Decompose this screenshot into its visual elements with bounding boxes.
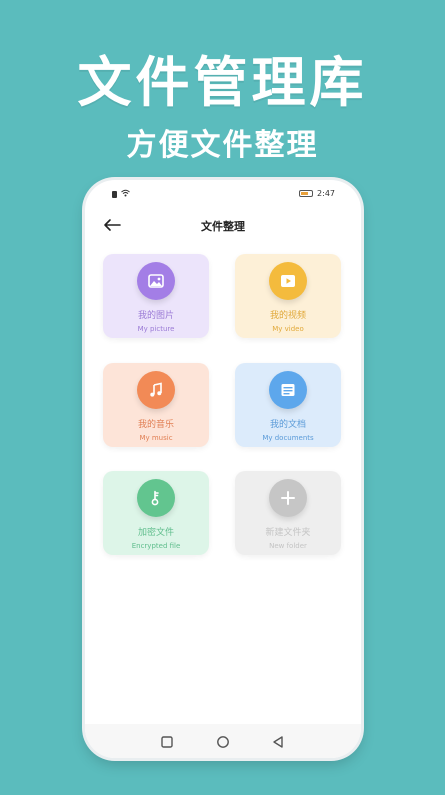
- card-title: 我的音乐: [137, 420, 174, 430]
- card-subtitle: New folder: [269, 542, 307, 550]
- app-bar: 文件整理: [85, 212, 361, 240]
- card-title: 我的视频: [269, 311, 306, 321]
- wifi-icon: [121, 189, 130, 199]
- triangle-back-icon[interactable]: [271, 734, 285, 748]
- promo-subheadline: 方便文件整理: [126, 128, 319, 163]
- image-icon: [137, 262, 175, 300]
- document-icon: [269, 371, 307, 409]
- phone-frame: 2:47 文件整理 我的图片 My picture 我的视频 My video …: [85, 180, 361, 758]
- promo-headline: 文件管理库: [77, 51, 368, 114]
- card-subtitle: My video: [272, 325, 304, 333]
- plus-icon: [269, 479, 307, 517]
- battery-icon: [299, 190, 314, 197]
- card-subtitle: My picture: [137, 325, 175, 333]
- key-icon: [137, 479, 175, 517]
- card-subtitle: My documents: [262, 434, 314, 442]
- sim-icon: [112, 190, 117, 198]
- status-time: 2:47: [317, 189, 335, 198]
- system-nav-bar: [85, 724, 361, 758]
- status-bar: 2:47: [85, 180, 361, 202]
- card-title: 加密文件: [137, 528, 174, 538]
- card-my-picture[interactable]: 我的图片 My picture: [103, 254, 209, 338]
- play-icon: [269, 262, 307, 300]
- card-subtitle: My music: [139, 434, 173, 442]
- card-my-video[interactable]: 我的视频 My video: [235, 254, 341, 338]
- card-encrypted-file[interactable]: 加密文件 Encrypted file: [103, 471, 209, 555]
- card-title: 我的图片: [137, 311, 174, 321]
- card-new-folder[interactable]: 新建文件夹 New folder: [235, 471, 341, 555]
- circle-icon[interactable]: [216, 734, 230, 748]
- card-title: 我的文档: [269, 420, 306, 430]
- music-note-icon: [137, 371, 175, 409]
- card-subtitle: Encrypted file: [131, 542, 181, 550]
- card-my-music[interactable]: 我的音乐 My music: [103, 363, 209, 447]
- square-icon[interactable]: [160, 734, 174, 748]
- page-title: 文件整理: [201, 220, 245, 233]
- card-title: 新建文件夹: [265, 528, 311, 538]
- card-my-documents[interactable]: 我的文档 My documents: [235, 363, 341, 447]
